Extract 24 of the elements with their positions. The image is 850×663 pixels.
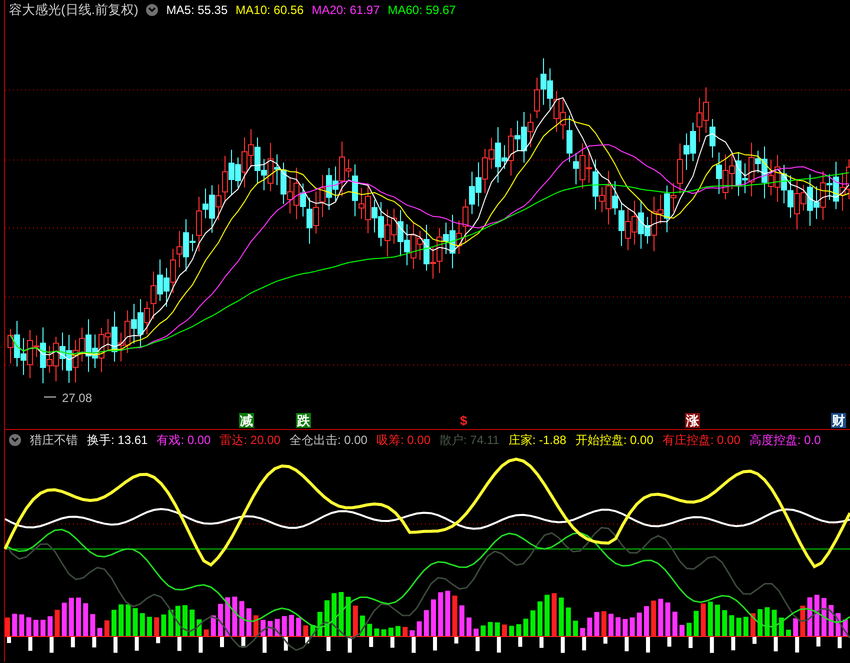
chart-title: 容大感光(日线.前复权) xyxy=(9,1,138,20)
signal-marker: $ xyxy=(459,413,468,428)
indicator-reading: 全仓出击: 0.00 xyxy=(289,432,368,448)
signal-marker: 涨 xyxy=(685,413,700,428)
indicator-reading: 开始控盘: 0.00 xyxy=(575,432,654,448)
signal-marker: 减 xyxy=(239,413,254,428)
indicator-reading: 换手: 13.61 xyxy=(87,432,148,448)
price-label: 27.08 xyxy=(62,391,92,405)
indicator-reading: 雷达: 20.00 xyxy=(220,432,280,448)
indicator-reading: 庄家: -1.88 xyxy=(508,432,566,448)
moving-average-legend: MA10: 60.56 xyxy=(236,1,304,19)
signal-marker: 财 xyxy=(831,413,846,428)
indicator-reading: 有戏: 0.00 xyxy=(156,432,211,448)
dropdown-icon[interactable] xyxy=(9,434,21,446)
indicator-reading: 吸筹: 0.00 xyxy=(376,432,430,448)
indicator-reading: 散户: 74.11 xyxy=(440,432,500,448)
moving-average-legend: MA20: 61.97 xyxy=(312,1,380,19)
indicator-reading: 高度控盘: 0.0 xyxy=(749,432,821,448)
indicator-title: 猎庄不错 xyxy=(30,432,78,448)
moving-average-legend: MA60: 59.67 xyxy=(388,1,456,19)
dropdown-icon[interactable] xyxy=(146,4,158,16)
moving-average-legend: MA5: 55.35 xyxy=(166,1,228,19)
signal-marker: 跌 xyxy=(296,413,311,428)
indicator-reading: 有庄控盘: 0.00 xyxy=(662,432,740,448)
